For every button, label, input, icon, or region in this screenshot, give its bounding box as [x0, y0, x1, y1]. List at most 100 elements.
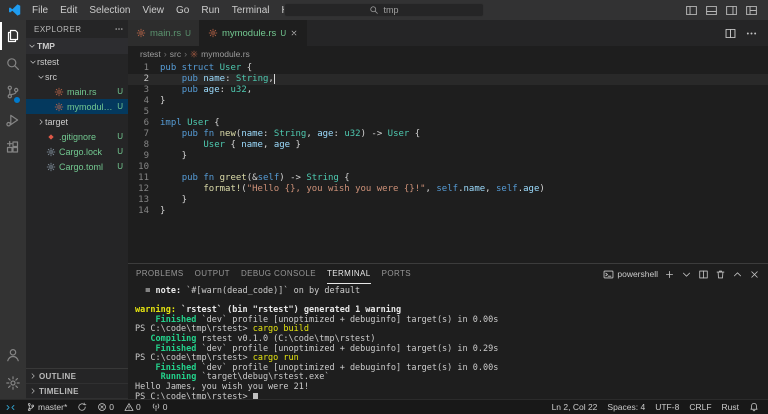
problems-warnings[interactable]: 0: [119, 400, 146, 414]
forwarded-ports[interactable]: 0: [146, 400, 173, 414]
tab-mymodule-rs[interactable]: mymodule.rsU: [200, 20, 307, 46]
code-line-5[interactable]: 5: [128, 107, 768, 118]
code-line-8[interactable]: 8 User { name, age }: [128, 140, 768, 151]
code-line-11[interactable]: 11 pub fn greet(&self) -> String {: [128, 173, 768, 184]
tab-main-rs[interactable]: main.rsU: [128, 20, 200, 46]
tree-item-cargo-lock[interactable]: Cargo.lockU: [26, 144, 128, 159]
git-branch[interactable]: master*: [21, 400, 72, 414]
tree-item-src[interactable]: src: [26, 69, 128, 84]
gear-icon: [46, 162, 56, 172]
search-text: tmp: [383, 5, 398, 15]
status-bar: master*000 Ln 2, Col 22Spaces: 4UTF-8CRL…: [0, 399, 768, 414]
line-content: pub name: String,: [160, 74, 275, 85]
menu-run[interactable]: Run: [195, 5, 225, 16]
debug-icon: [5, 112, 21, 128]
tree-item-cargo-toml[interactable]: Cargo.tomlU: [26, 159, 128, 174]
activity-bar: [0, 20, 26, 399]
activity-accounts[interactable]: [0, 341, 26, 369]
menu-terminal[interactable]: Terminal: [226, 5, 276, 16]
menu-selection[interactable]: Selection: [83, 5, 136, 16]
breadcrumb-item-mymodule-rs[interactable]: mymodule.rs: [201, 49, 250, 59]
git-status-badge: U: [117, 132, 128, 141]
code-line-6[interactable]: 6impl User {: [128, 118, 768, 129]
section-label: TIMELINE: [39, 387, 79, 396]
line-content: }: [160, 96, 165, 107]
close-icon[interactable]: [749, 269, 760, 280]
activity-source-control[interactable]: [0, 78, 26, 106]
layout-sidebar-right-icon[interactable]: [725, 4, 738, 17]
menu-view[interactable]: View: [137, 5, 171, 16]
explorer-actions-icon[interactable]: [114, 24, 124, 34]
code-line-7[interactable]: 7 pub fn new(name: String, age: u32) -> …: [128, 129, 768, 140]
section-timeline[interactable]: TIMELINE: [26, 384, 128, 399]
breadcrumb-item-src[interactable]: src: [170, 49, 181, 59]
bell-icon: [749, 402, 759, 412]
code-line-4[interactable]: 4}: [128, 96, 768, 107]
chevron-right-icon: [37, 118, 45, 126]
close-icon[interactable]: [290, 29, 298, 37]
remote-indicator[interactable]: [0, 400, 21, 414]
code-editor[interactable]: 1pub struct User {2 pub name: String,3 p…: [128, 61, 768, 263]
tree-item-target[interactable]: target: [26, 114, 128, 129]
panel-tab-terminal[interactable]: TERMINAL: [327, 264, 371, 284]
split-editor-icon[interactable]: [724, 27, 737, 40]
problems-errors[interactable]: 0: [92, 400, 119, 414]
encoding[interactable]: UTF-8: [650, 400, 684, 414]
titlebar: FileEditSelectionViewGoRunTerminalHelp t…: [0, 0, 768, 20]
code-line-2[interactable]: 2 pub name: String,: [128, 74, 768, 85]
activity-settings[interactable]: [0, 369, 26, 397]
tree-item-main-rs[interactable]: main.rsU: [26, 84, 128, 99]
breadcrumb-item-rstest[interactable]: rstest: [140, 49, 161, 59]
file-label: Cargo.lock: [59, 147, 102, 157]
command-center-search[interactable]: tmp: [284, 3, 484, 17]
terminal[interactable]: = note: `#[warn(dead_code)]` on by defau…: [128, 284, 768, 399]
activity-explorer[interactable]: [0, 22, 26, 50]
chevron-up-icon[interactable]: [732, 269, 743, 280]
code-line-9[interactable]: 9 }: [128, 151, 768, 162]
trash-icon[interactable]: [715, 269, 726, 280]
end-of-line-label: CRLF: [689, 402, 711, 412]
language-mode[interactable]: Rust: [717, 400, 744, 414]
code-line-14[interactable]: 14}: [128, 206, 768, 217]
menu-edit[interactable]: Edit: [54, 5, 83, 16]
language-mode-label: Rust: [722, 402, 739, 412]
split-editor-icon[interactable]: [698, 269, 709, 280]
end-of-line[interactable]: CRLF: [684, 400, 716, 414]
code-line-12[interactable]: 12 format!("Hello {}, you wish you were …: [128, 184, 768, 195]
layout-customize-icon[interactable]: [745, 4, 758, 17]
panel-tab-ports[interactable]: PORTS: [382, 264, 411, 284]
line-content: }: [160, 151, 187, 162]
sync-changes[interactable]: [72, 400, 92, 414]
breadcrumb[interactable]: rstest›src›mymodule.rs: [128, 46, 768, 61]
code-line-13[interactable]: 13 }: [128, 195, 768, 206]
panel-tab-debug-console[interactable]: DEBUG CONSOLE: [241, 264, 316, 284]
cursor-position[interactable]: Ln 2, Col 22: [547, 400, 603, 414]
panel-tab-problems[interactable]: PROBLEMS: [136, 264, 184, 284]
panel-tab-output[interactable]: OUTPUT: [195, 264, 230, 284]
ellipsis-icon[interactable]: [745, 27, 758, 40]
menu-file[interactable]: File: [26, 5, 54, 16]
indentation[interactable]: Spaces: 4: [602, 400, 650, 414]
tree-item-gitignore[interactable]: .gitignoreU: [26, 129, 128, 144]
activity-run-and-debug[interactable]: [0, 106, 26, 134]
workspace-root-row[interactable]: TMP: [26, 38, 128, 54]
menu-go[interactable]: Go: [170, 5, 195, 16]
notifications[interactable]: [744, 400, 764, 414]
forwarded-ports-label: 0: [163, 402, 168, 412]
plus-icon[interactable]: [664, 269, 675, 280]
git-branch-label: master*: [38, 402, 67, 412]
code-line-10[interactable]: 10: [128, 162, 768, 173]
code-line-3[interactable]: 3 pub age: u32,: [128, 85, 768, 96]
tree-item-rstest[interactable]: rstest: [26, 54, 128, 69]
tree-item-mymodule-rs[interactable]: mymodule.rsU: [26, 99, 128, 114]
git-status-badge: U: [117, 162, 128, 171]
layout-panel-icon[interactable]: [705, 4, 718, 17]
activity-extensions[interactable]: [0, 134, 26, 162]
workspace-label: TMP: [37, 41, 55, 51]
layout-sidebar-left-icon[interactable]: [685, 4, 698, 17]
section-outline[interactable]: OUTLINE: [26, 369, 128, 384]
terminal-profile[interactable]: powershell: [603, 269, 658, 280]
code-line-1[interactable]: 1pub struct User {: [128, 63, 768, 74]
activity-search[interactable]: [0, 50, 26, 78]
chevron-down-icon[interactable]: [681, 269, 692, 280]
